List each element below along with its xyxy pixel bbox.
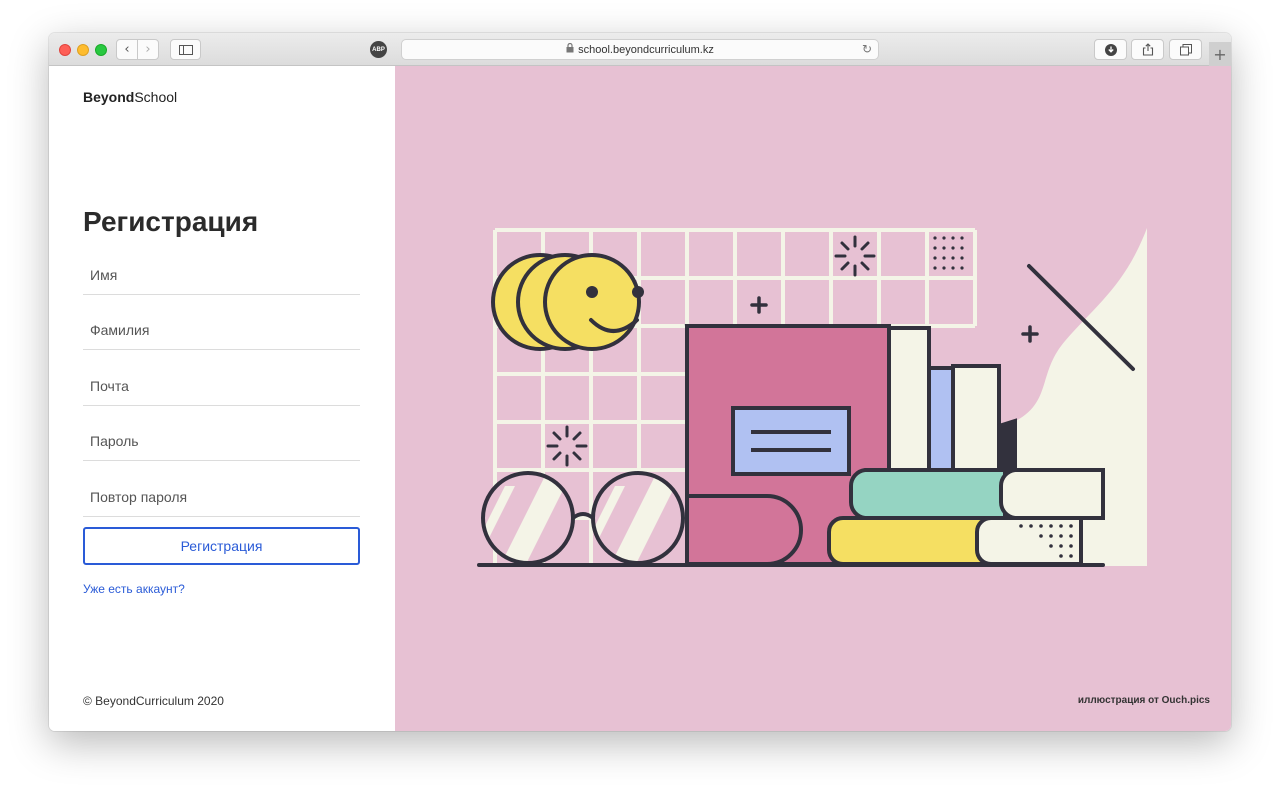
tab-overview-button[interactable] [1169, 39, 1202, 60]
history-nav: ‹ › [116, 39, 159, 60]
page-title: Регистрация [83, 206, 259, 237]
back-icon[interactable]: ‹ [117, 40, 137, 59]
adblock-icon[interactable]: ABP [370, 41, 387, 58]
glasses [481, 471, 685, 565]
share-button[interactable] [1131, 39, 1164, 60]
first-name-field [83, 255, 360, 295]
sparkle-icon [834, 235, 876, 277]
password-repeat-input[interactable] [90, 488, 360, 505]
lock-icon [566, 42, 574, 56]
email-input[interactable] [90, 377, 360, 394]
smiley-coins [491, 253, 644, 351]
password-input[interactable] [90, 432, 360, 449]
brand-bold: Beyond [83, 89, 135, 105]
login-link[interactable]: Уже есть аккаунт? [83, 582, 185, 596]
plus-icon [1021, 325, 1039, 343]
stacked-books [827, 468, 1105, 566]
brand-logo[interactable]: BeyondSchool [83, 89, 177, 105]
plus-icon [750, 296, 768, 314]
reload-icon[interactable]: ↻ [862, 42, 872, 56]
download-icon [1104, 43, 1117, 56]
forward-icon[interactable]: › [137, 40, 158, 59]
school-supplies-illustration [477, 228, 1147, 567]
new-tab-icon[interactable]: + [1209, 42, 1231, 66]
sparkle-icon [546, 425, 588, 467]
sidebar-toggle-button[interactable] [170, 39, 201, 60]
brand-regular: School [134, 89, 178, 105]
standing-books [887, 326, 1017, 480]
last-name-input[interactable] [90, 321, 360, 338]
zoom-window-button[interactable] [95, 44, 107, 56]
downloads-button[interactable] [1094, 39, 1127, 60]
last-name-field [83, 310, 360, 350]
registration-panel: BeyondSchool Регистрация Регистрация Уже… [49, 66, 395, 731]
browser-window: ‹ › ABP school.beyondcurriculum.kz ↻ + B… [49, 33, 1231, 731]
register-button[interactable]: Регистрация [83, 527, 360, 565]
url-text: school.beyondcurriculum.kz [578, 43, 714, 56]
tabs-icon [1179, 43, 1192, 55]
dot-pattern [933, 236, 964, 270]
copyright-text: © BeyondCurriculum 2020 [83, 694, 224, 708]
browser-toolbar: ‹ › ABP school.beyondcurriculum.kz ↻ + [49, 33, 1231, 66]
share-icon [1142, 43, 1153, 56]
illustration-credit[interactable]: иллюстрация от Ouch.pics [1078, 695, 1210, 706]
password-field [83, 421, 360, 461]
sidebar-icon [178, 44, 193, 55]
first-name-input[interactable] [90, 266, 360, 283]
password-repeat-field [83, 477, 360, 517]
illustration-panel: иллюстрация от Ouch.pics [395, 66, 1231, 731]
minimize-window-button[interactable] [77, 44, 89, 56]
address-bar[interactable]: school.beyondcurriculum.kz ↻ [401, 39, 879, 60]
email-field [83, 366, 360, 406]
page-content: BeyondSchool Регистрация Регистрация Уже… [49, 66, 1231, 731]
close-window-button[interactable] [59, 44, 71, 56]
